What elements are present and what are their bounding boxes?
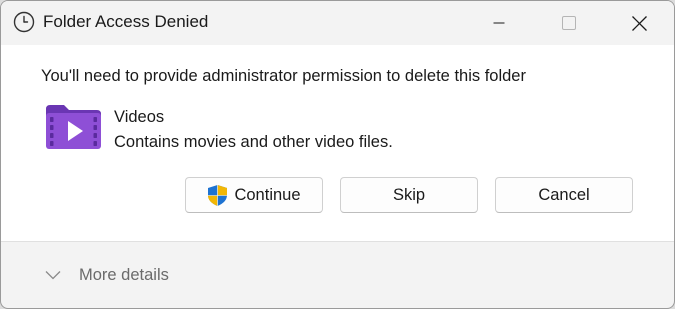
more-details-toggle[interactable]: More details bbox=[45, 263, 169, 287]
dialog-window: Folder Access Denied You'll need to prov… bbox=[0, 0, 675, 309]
maximize-button[interactable] bbox=[534, 1, 604, 45]
cancel-button[interactable]: Cancel bbox=[495, 177, 633, 213]
item-name: Videos bbox=[114, 108, 165, 126]
maximize-icon bbox=[562, 16, 576, 30]
continue-button[interactable]: Continue bbox=[185, 177, 323, 213]
skip-button[interactable]: Skip bbox=[340, 177, 478, 213]
minimize-button[interactable] bbox=[464, 1, 534, 45]
dialog-body: You'll need to provide administrator per… bbox=[1, 45, 674, 241]
clock-icon bbox=[13, 11, 35, 33]
chevron-down-icon bbox=[45, 271, 61, 280]
close-icon bbox=[631, 15, 647, 31]
window-title: Folder Access Denied bbox=[43, 12, 209, 31]
skip-label: Skip bbox=[392, 185, 426, 204]
continue-label: Continue bbox=[234, 185, 301, 204]
cancel-label: Cancel bbox=[538, 185, 590, 204]
close-button[interactable] bbox=[604, 1, 674, 45]
videos-folder-icon bbox=[46, 105, 101, 149]
permission-message: You'll need to provide administrator per… bbox=[41, 67, 526, 85]
minimize-icon bbox=[493, 22, 505, 24]
uac-shield-icon bbox=[208, 184, 228, 206]
more-details-label: More details bbox=[79, 265, 169, 284]
item-description: Contains movies and other video files. bbox=[114, 133, 393, 151]
footer-divider bbox=[1, 241, 674, 242]
title-bar[interactable]: Folder Access Denied bbox=[1, 1, 674, 45]
